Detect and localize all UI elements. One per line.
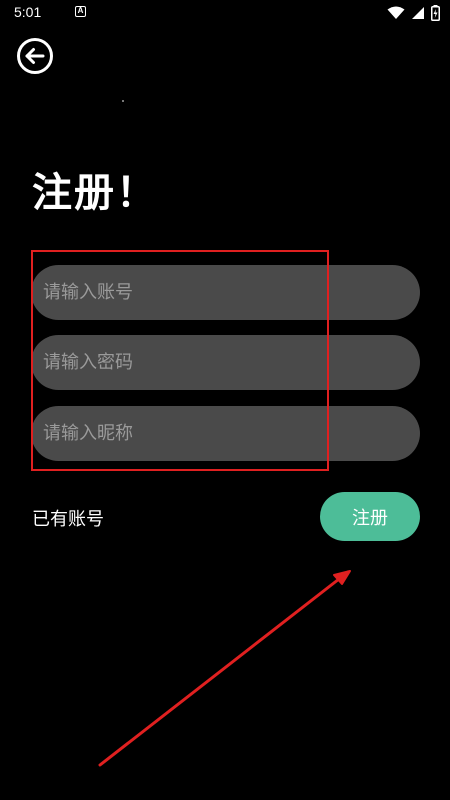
status-time: 5:01 (14, 4, 42, 20)
status-icons (387, 4, 440, 22)
signal-icon (412, 7, 424, 19)
notification-icon: A (75, 6, 86, 17)
nickname-field[interactable] (31, 406, 420, 461)
wifi-icon (387, 6, 405, 19)
battery-icon (431, 5, 440, 21)
nickname-input[interactable] (41, 422, 410, 445)
account-input[interactable] (41, 281, 410, 304)
register-button[interactable]: 注册 (320, 492, 420, 541)
have-account-link[interactable]: 已有账号 (32, 505, 104, 531)
status-bar: 5:01 A (0, 0, 450, 26)
annotation-arrow (98, 570, 351, 767)
page-title: 注册！ (32, 170, 158, 216)
back-arrow-circle-icon (17, 38, 53, 74)
account-field[interactable] (31, 265, 420, 320)
back-button[interactable] (16, 37, 54, 75)
password-field[interactable] (31, 335, 420, 390)
screen-speck (122, 100, 124, 102)
password-input[interactable] (41, 351, 410, 374)
